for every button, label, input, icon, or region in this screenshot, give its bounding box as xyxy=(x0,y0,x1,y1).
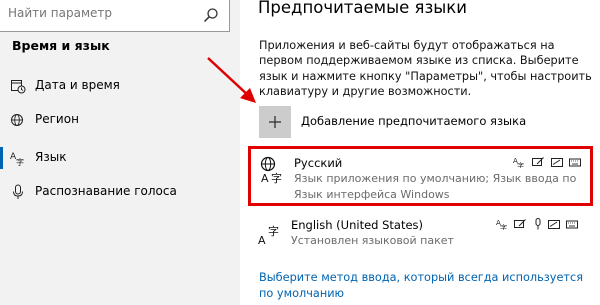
section-title: Время и язык xyxy=(12,38,110,53)
svg-text:字: 字 xyxy=(500,223,507,230)
svg-text:字: 字 xyxy=(271,171,282,185)
language-icon: A 字 xyxy=(258,224,279,247)
sidebar-item-speech[interactable]: Распознавание голоса xyxy=(0,178,240,206)
globe-pin-icon xyxy=(11,114,23,126)
microphone-icon xyxy=(13,184,23,199)
keyboard-icon xyxy=(566,220,578,229)
svg-text:A: A xyxy=(258,234,266,247)
svg-text:A: A xyxy=(261,172,269,185)
search-input[interactable]: Найти параметр xyxy=(8,6,112,20)
language-status: Установлен языковой пакет xyxy=(291,234,454,247)
display-language-icon xyxy=(548,220,560,229)
sidebar-item-label: Язык xyxy=(35,150,67,164)
page-title: Предпочитаемые языки xyxy=(258,0,467,17)
sidebar-item-date-time[interactable]: Дата и время xyxy=(0,72,240,100)
handwriting-icon xyxy=(514,219,526,228)
sidebar-item-label: Регион xyxy=(35,112,79,126)
speech-icon: A 字 xyxy=(496,219,507,230)
add-button[interactable] xyxy=(259,106,291,138)
input-method-link[interactable]: Выберите метод ввода, который всегда исп… xyxy=(259,270,589,301)
language-item-english[interactable]: A 字 English (United States) Установлен я… xyxy=(248,211,593,271)
microphone-icon xyxy=(535,218,541,230)
sidebar-item-label: Дата и время xyxy=(35,78,120,92)
language-name: Русский xyxy=(294,156,343,170)
sidebar-item-label: Распознавание голоса xyxy=(35,184,177,198)
search-icon[interactable] xyxy=(203,7,219,23)
svg-text:字: 字 xyxy=(16,157,24,166)
plus-icon xyxy=(269,116,281,128)
language-icon: A 字 xyxy=(10,152,24,166)
main-panel: Предпочитаемые языки Приложения и веб-са… xyxy=(240,0,600,305)
language-globe-icon: A 字 xyxy=(260,156,282,185)
sidebar-item-region[interactable]: Регион xyxy=(0,106,240,134)
sidebar-item-language[interactable]: A 字 Язык xyxy=(0,144,240,172)
sidebar: Найти параметр Время и язык Дата и время… xyxy=(0,0,240,305)
clock-calendar-icon xyxy=(11,80,26,94)
display-language-icon xyxy=(551,158,563,167)
add-language-label: Добавление предпочитаемого языка xyxy=(301,114,527,128)
language-name: English (United States) xyxy=(291,218,424,232)
handwriting-icon xyxy=(532,157,544,166)
svg-text:字: 字 xyxy=(268,224,279,238)
speech-icon: A 字 xyxy=(513,157,524,168)
keyboard-icon xyxy=(569,158,581,167)
language-status: Язык приложения по умолчанию; Язык ввода… xyxy=(294,172,578,185)
add-language-button[interactable]: Добавление предпочитаемого языка xyxy=(259,105,589,139)
language-item-russian[interactable]: A 字 Русский Язык приложения по умолчанию… xyxy=(248,146,593,206)
svg-text:字: 字 xyxy=(517,161,524,168)
description-text: Приложения и веб-сайты будут отображатьс… xyxy=(259,39,592,98)
search-box[interactable]: Найти параметр xyxy=(0,0,230,32)
language-status: Язык интерфейса Windows xyxy=(294,188,450,201)
